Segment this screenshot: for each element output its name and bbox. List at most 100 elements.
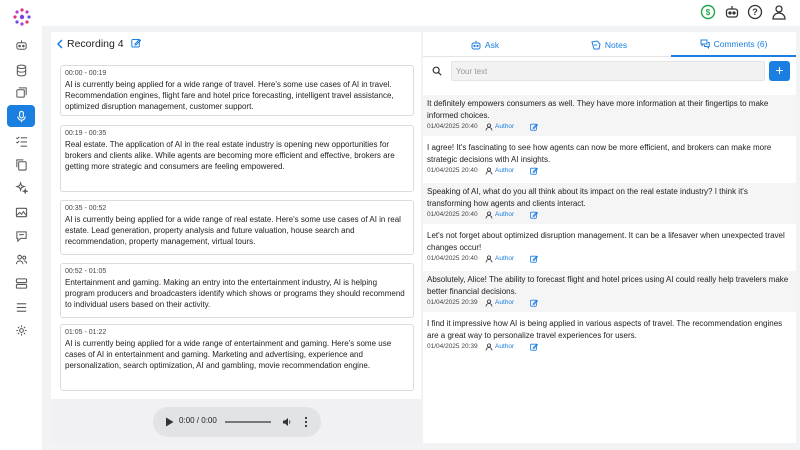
transcript-segment[interactable]: 00:00 - 00:19 AI is currently being appl… bbox=[60, 65, 414, 116]
comment-date: 01/04/2025 20:40 bbox=[427, 255, 478, 262]
sidebar-item-gallery[interactable] bbox=[7, 81, 35, 103]
tab-notes[interactable]: Notes bbox=[547, 32, 671, 57]
tab-ask[interactable]: Ask bbox=[423, 32, 547, 57]
database-icon bbox=[16, 64, 26, 76]
comment-author[interactable]: Author bbox=[495, 343, 530, 350]
segment-text: AI is currently being applied for a wide… bbox=[65, 215, 401, 247]
transcript-segment[interactable]: 00:52 - 01:05 Entertainment and gaming. … bbox=[60, 263, 414, 318]
user-icon bbox=[485, 254, 493, 263]
robot-icon bbox=[15, 39, 27, 50]
transcript-segment[interactable]: 00:19 - 00:35 Real estate. The applicati… bbox=[60, 125, 414, 192]
sidebar-item-menu[interactable] bbox=[7, 296, 35, 318]
tab-comments[interactable]: Comments (6) bbox=[671, 32, 796, 57]
comment-author[interactable]: Author bbox=[495, 255, 530, 262]
comment-author[interactable]: Author bbox=[495, 299, 530, 306]
segment-time: 01:05 - 01:22 bbox=[65, 329, 107, 336]
edit-icon[interactable] bbox=[530, 343, 538, 351]
comment-meta: 01/04/2025 20:40 Author bbox=[427, 210, 792, 219]
user-icon bbox=[485, 166, 493, 175]
svg-text:?: ? bbox=[752, 7, 758, 17]
comment-input[interactable] bbox=[451, 61, 765, 81]
sparkles-icon bbox=[14, 180, 28, 194]
user-icon bbox=[485, 298, 493, 307]
comment-author[interactable]: Author bbox=[495, 211, 530, 218]
comment-item: I agree! It's fascinating to see how age… bbox=[423, 139, 796, 180]
sidebar-item-settings[interactable] bbox=[7, 319, 35, 341]
sidebar-item-checklist[interactable] bbox=[7, 130, 35, 152]
edit-icon[interactable] bbox=[530, 299, 538, 307]
edit-icon[interactable] bbox=[530, 123, 538, 131]
transcript-panel: Recording 4 00:00 - 00:19 AI is currentl… bbox=[51, 32, 421, 443]
audio-progress-track[interactable] bbox=[225, 421, 271, 423]
help-icon[interactable]: ? bbox=[747, 4, 763, 20]
comment-text: Absolutely, Alice! The ability to foreca… bbox=[427, 275, 789, 296]
gallery-icon bbox=[15, 86, 27, 98]
sidebar-item-users[interactable] bbox=[7, 248, 35, 270]
add-comment-button[interactable]: + bbox=[769, 61, 790, 81]
server-icon bbox=[15, 277, 27, 289]
sidebar-item-server[interactable] bbox=[7, 272, 35, 294]
segment-time: 00:00 - 00:19 bbox=[65, 70, 107, 77]
comment-meta: 01/04/2025 20:39 Author bbox=[427, 298, 792, 307]
search-icon bbox=[432, 66, 442, 76]
user-icon bbox=[485, 342, 493, 351]
bot-icon[interactable] bbox=[724, 4, 740, 20]
sidebar-item-ai[interactable] bbox=[7, 176, 35, 198]
comment-item: Let's not forget about optimized disrupt… bbox=[423, 227, 796, 268]
dollar-icon[interactable]: $ bbox=[700, 4, 716, 20]
edit-icon[interactable] bbox=[530, 255, 538, 263]
logo-icon bbox=[13, 8, 31, 26]
transcript-segment[interactable]: 01:05 - 01:22 AI is currently being appl… bbox=[60, 324, 414, 391]
edit-icon[interactable] bbox=[530, 211, 538, 219]
audio-bar: 0:00 / 0:00 bbox=[51, 399, 421, 443]
comment-text: Let's not forget about optimized disrupt… bbox=[427, 231, 785, 252]
image-icon bbox=[15, 207, 27, 217]
sidebar-item-database[interactable] bbox=[7, 59, 35, 81]
comment-text: I agree! It's fascinating to see how age… bbox=[427, 143, 772, 164]
more-options-icon[interactable] bbox=[304, 416, 308, 428]
comment-text: Speaking of AI, what do you all think ab… bbox=[427, 187, 748, 208]
comment-meta: 01/04/2025 20:40 Author bbox=[427, 254, 792, 263]
edit-title-icon[interactable] bbox=[131, 38, 141, 48]
edit-icon[interactable] bbox=[530, 167, 538, 175]
user-icon bbox=[485, 210, 493, 219]
segment-time: 00:35 - 00:52 bbox=[65, 205, 107, 212]
transcript-segment[interactable]: 00:35 - 00:52 AI is currently being appl… bbox=[60, 200, 414, 255]
comment-author[interactable]: Author bbox=[495, 123, 530, 130]
back-arrow-icon[interactable] bbox=[55, 38, 65, 50]
sidebar-item-bots[interactable] bbox=[7, 34, 35, 56]
users-icon bbox=[15, 254, 27, 264]
user-icon[interactable] bbox=[771, 4, 787, 20]
comment-author[interactable]: Author bbox=[495, 167, 530, 174]
comment-item: I find it impressive how AI is being app… bbox=[423, 315, 796, 356]
search-button[interactable] bbox=[427, 62, 446, 80]
segment-text: Real estate. The application of AI in th… bbox=[65, 140, 395, 172]
comment-meta: 01/04/2025 20:39 Author bbox=[427, 342, 792, 351]
settings-icon bbox=[15, 324, 27, 336]
user-icon bbox=[485, 122, 493, 131]
sidebar-item-recordings[interactable] bbox=[7, 105, 35, 127]
comment-item: It definitely empowers consumers as well… bbox=[423, 95, 796, 136]
sidebar bbox=[0, 0, 42, 450]
play-icon[interactable] bbox=[165, 417, 174, 427]
comment-text: I find it impressive how AI is being app… bbox=[427, 319, 783, 340]
sidebar-item-documents[interactable] bbox=[7, 153, 35, 175]
comment-item: Absolutely, Alice! The ability to foreca… bbox=[423, 271, 796, 312]
comment-date: 01/04/2025 20:40 bbox=[427, 167, 478, 174]
note-icon bbox=[591, 39, 601, 49]
comment-date: 01/04/2025 20:40 bbox=[427, 211, 478, 218]
checklist-icon bbox=[15, 135, 27, 147]
comment-date: 01/04/2025 20:39 bbox=[427, 299, 478, 306]
tab-label: Ask bbox=[484, 39, 500, 50]
sidebar-item-images[interactable] bbox=[7, 201, 35, 223]
comments-icon bbox=[700, 39, 710, 49]
audio-player[interactable]: 0:00 / 0:00 bbox=[153, 407, 321, 437]
volume-icon[interactable] bbox=[282, 417, 292, 427]
top-bar: $ ? bbox=[42, 0, 800, 26]
recording-title: Recording 4 bbox=[67, 38, 124, 50]
chat-icon bbox=[15, 230, 27, 242]
microphone-icon bbox=[16, 110, 26, 122]
sidebar-item-chat[interactable] bbox=[7, 225, 35, 247]
svg-text:$: $ bbox=[706, 8, 711, 17]
recording-header: Recording 4 bbox=[51, 32, 421, 58]
